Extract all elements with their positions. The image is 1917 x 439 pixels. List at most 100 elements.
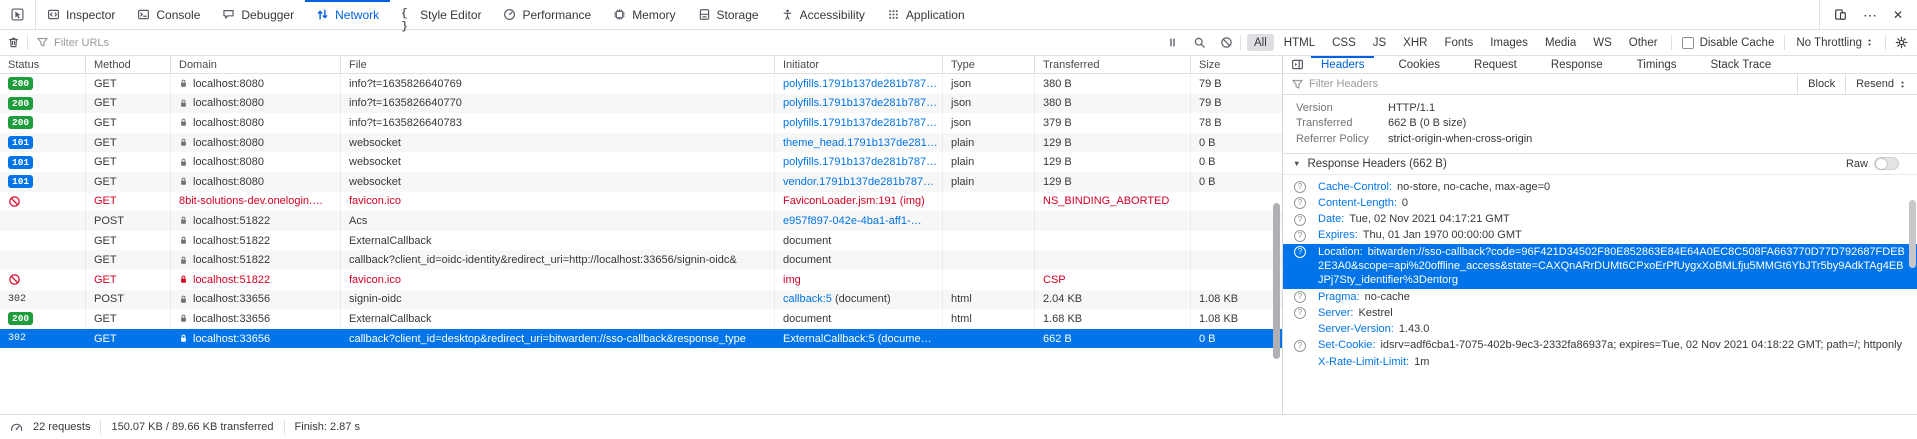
- column-header-type[interactable]: Type: [943, 56, 1035, 73]
- details-tab-cookies[interactable]: Cookies: [1388, 56, 1450, 73]
- filter-pill-other[interactable]: Other: [1622, 34, 1665, 51]
- request-row[interactable]: GETlocalhost:51822favicon.icoimgCSP: [0, 270, 1282, 290]
- column-header-method[interactable]: Method: [86, 56, 171, 73]
- request-row[interactable]: GET8bit-solutions-dev.onelogin.…favicon.…: [0, 192, 1282, 212]
- tab-application[interactable]: Application: [876, 0, 976, 29]
- response-header-row[interactable]: ?ExpiresThu, 01 Jan 1970 00:00:00 GMT: [1283, 227, 1917, 243]
- details-tab-headers[interactable]: Headers: [1311, 56, 1374, 73]
- column-header-file[interactable]: File: [341, 56, 775, 73]
- tab-storage[interactable]: Storage: [687, 0, 770, 29]
- filter-pill-media[interactable]: Media: [1538, 34, 1583, 51]
- resend-button[interactable]: Resend: [1845, 74, 1917, 94]
- details-tab-response[interactable]: Response: [1541, 56, 1613, 73]
- disable-cache-control[interactable]: Disable Cache: [1672, 37, 1785, 49]
- details-tab-request[interactable]: Request: [1464, 56, 1527, 73]
- response-header-row[interactable]: ?Set-Cookieidsrv=adf6cba1-7075-402b-9ec3…: [1283, 337, 1917, 353]
- header-name: Cache-Control: [1318, 181, 1392, 193]
- request-row[interactable]: GETlocalhost:51822ExternalCallbackdocume…: [0, 231, 1282, 251]
- initiator-link[interactable]: vendor.1791b137de281b787…: [783, 176, 934, 188]
- filter-pill-html[interactable]: HTML: [1277, 34, 1322, 51]
- response-header-row[interactable]: ?Content-Length0: [1283, 195, 1917, 211]
- request-row[interactable]: 200GETlocalhost:8080info?t=1635826640769…: [0, 74, 1282, 94]
- response-header-row[interactable]: ?Pragmano-cache: [1283, 289, 1917, 305]
- request-row[interactable]: 101GETlocalhost:8080websockettheme_head.…: [0, 133, 1282, 153]
- split-panel-toggle-button[interactable]: [1283, 56, 1311, 73]
- column-header-status[interactable]: Status: [0, 56, 86, 73]
- column-header-domain[interactable]: Domain: [171, 56, 341, 73]
- help-icon[interactable]: ?: [1294, 214, 1306, 226]
- details-tab-stack-trace[interactable]: Stack Trace: [1701, 56, 1782, 73]
- tab-console[interactable]: Console: [126, 0, 211, 29]
- help-icon[interactable]: ?: [1294, 307, 1306, 319]
- initiator-link[interactable]: polyfills.1791b137de281b787…: [783, 117, 937, 129]
- help-icon[interactable]: ?: [1294, 230, 1306, 242]
- request-row[interactable]: 200GETlocalhost:8080info?t=1635826640770…: [0, 94, 1282, 114]
- initiator-link[interactable]: polyfills.1791b137de281b787…: [783, 156, 937, 168]
- response-headers-section-header[interactable]: ▼ Response Headers (662 B) Raw: [1283, 153, 1917, 175]
- request-row[interactable]: GETlocalhost:51822callback?client_id=oid…: [0, 250, 1282, 270]
- column-header-size[interactable]: Size: [1191, 56, 1283, 73]
- filter-pill-css[interactable]: CSS: [1325, 34, 1363, 51]
- filter-urls-input[interactable]: [54, 37, 1151, 49]
- raw-toggle-switch[interactable]: [1874, 157, 1899, 170]
- help-icon[interactable]: ?: [1294, 246, 1306, 258]
- initiator-link[interactable]: e957f897-042e-4ba1-aff1-…: [783, 215, 922, 227]
- filter-pill-js[interactable]: JS: [1366, 34, 1393, 51]
- tab-inspector[interactable]: Inspector: [36, 0, 126, 29]
- request-row[interactable]: 200GETlocalhost:8080info?t=1635826640783…: [0, 113, 1282, 133]
- headers-panel-scrollbar[interactable]: [1909, 200, 1916, 268]
- tab-accessibility[interactable]: Accessibility: [770, 0, 876, 29]
- help-icon[interactable]: ?: [1294, 340, 1306, 352]
- response-header-row[interactable]: Server-Version1.43.0: [1283, 321, 1917, 337]
- request-row[interactable]: 101GETlocalhost:8080websocketvendor.1791…: [0, 172, 1282, 192]
- initiator-link[interactable]: callback:5: [783, 293, 832, 305]
- initiator-link[interactable]: polyfills.1791b137de281b787…: [783, 78, 937, 90]
- initiator-link[interactable]: theme_head.1791b137de281…: [783, 137, 938, 149]
- filter-pill-images[interactable]: Images: [1483, 34, 1535, 51]
- performance-analysis-button[interactable]: [0, 421, 23, 434]
- tab-debugger[interactable]: Debugger: [211, 0, 305, 29]
- filter-pill-fonts[interactable]: Fonts: [1437, 34, 1480, 51]
- request-row[interactable]: 302POSTlocalhost:33656signin-oidccallbac…: [0, 290, 1282, 310]
- details-tab-timings[interactable]: Timings: [1627, 56, 1687, 73]
- block-button[interactable]: Block: [1797, 74, 1845, 94]
- network-settings-button[interactable]: [1886, 36, 1917, 49]
- column-header-initiator[interactable]: Initiator: [775, 56, 943, 73]
- search-button[interactable]: [1186, 36, 1213, 49]
- requests-count[interactable]: 22 requests: [23, 421, 100, 433]
- tab-performance[interactable]: Performance: [492, 0, 602, 29]
- tab-memory[interactable]: Memory: [602, 0, 686, 29]
- filter-headers-input[interactable]: [1309, 78, 1789, 90]
- initiator-link[interactable]: polyfills.1791b137de281b787…: [783, 97, 937, 109]
- response-header-row[interactable]: ?Locationbitwarden://sso-callback?code=9…: [1283, 244, 1917, 289]
- filter-pill-ws[interactable]: WS: [1586, 34, 1619, 51]
- clear-requests-button[interactable]: [0, 36, 27, 49]
- meatball-menu-icon[interactable]: ⋯: [1863, 8, 1877, 22]
- request-row[interactable]: 101GETlocalhost:8080websocketpolyfills.1…: [0, 152, 1282, 172]
- request-row[interactable]: 200GETlocalhost:33656ExternalCallbackdoc…: [0, 309, 1282, 329]
- pause-traffic-button[interactable]: [1159, 36, 1186, 49]
- element-picker-button[interactable]: [0, 0, 36, 29]
- request-row[interactable]: 302GETlocalhost:33656callback?client_id=…: [0, 329, 1282, 349]
- request-list-scrollbar[interactable]: [1273, 203, 1280, 359]
- help-icon[interactable]: ?: [1294, 181, 1306, 193]
- responsive-design-mode-icon[interactable]: [1834, 8, 1847, 21]
- disable-cache-checkbox[interactable]: [1682, 37, 1694, 49]
- response-header-row[interactable]: ?ServerKestrel: [1283, 305, 1917, 321]
- response-header-row[interactable]: X-Rate-Limit-Limit1m: [1283, 354, 1917, 370]
- request-row[interactable]: POSTlocalhost:51822Acse957f897-042e-4ba1…: [0, 211, 1282, 231]
- response-header-row[interactable]: ?Cache-Controlno-store, no-cache, max-ag…: [1283, 179, 1917, 195]
- help-icon[interactable]: ?: [1294, 197, 1306, 209]
- twisty-down-icon[interactable]: ▼: [1293, 159, 1300, 168]
- help-icon[interactable]: ?: [1294, 291, 1306, 303]
- filter-pill-all[interactable]: All: [1247, 34, 1274, 51]
- initiator-link[interactable]: FaviconLoader.jsm:191: [783, 195, 897, 207]
- filter-pill-xhr[interactable]: XHR: [1396, 34, 1434, 51]
- tab-network[interactable]: Network: [305, 0, 390, 29]
- close-icon[interactable]: ✕: [1893, 8, 1903, 22]
- blocking-button[interactable]: [1213, 36, 1240, 49]
- response-header-row[interactable]: ?DateTue, 02 Nov 2021 04:17:21 GMT: [1283, 211, 1917, 227]
- throttling-dropdown[interactable]: No Throttling: [1785, 37, 1885, 49]
- tab-style-editor[interactable]: { }Style Editor: [390, 0, 492, 29]
- column-header-transferred[interactable]: Transferred: [1035, 56, 1191, 73]
